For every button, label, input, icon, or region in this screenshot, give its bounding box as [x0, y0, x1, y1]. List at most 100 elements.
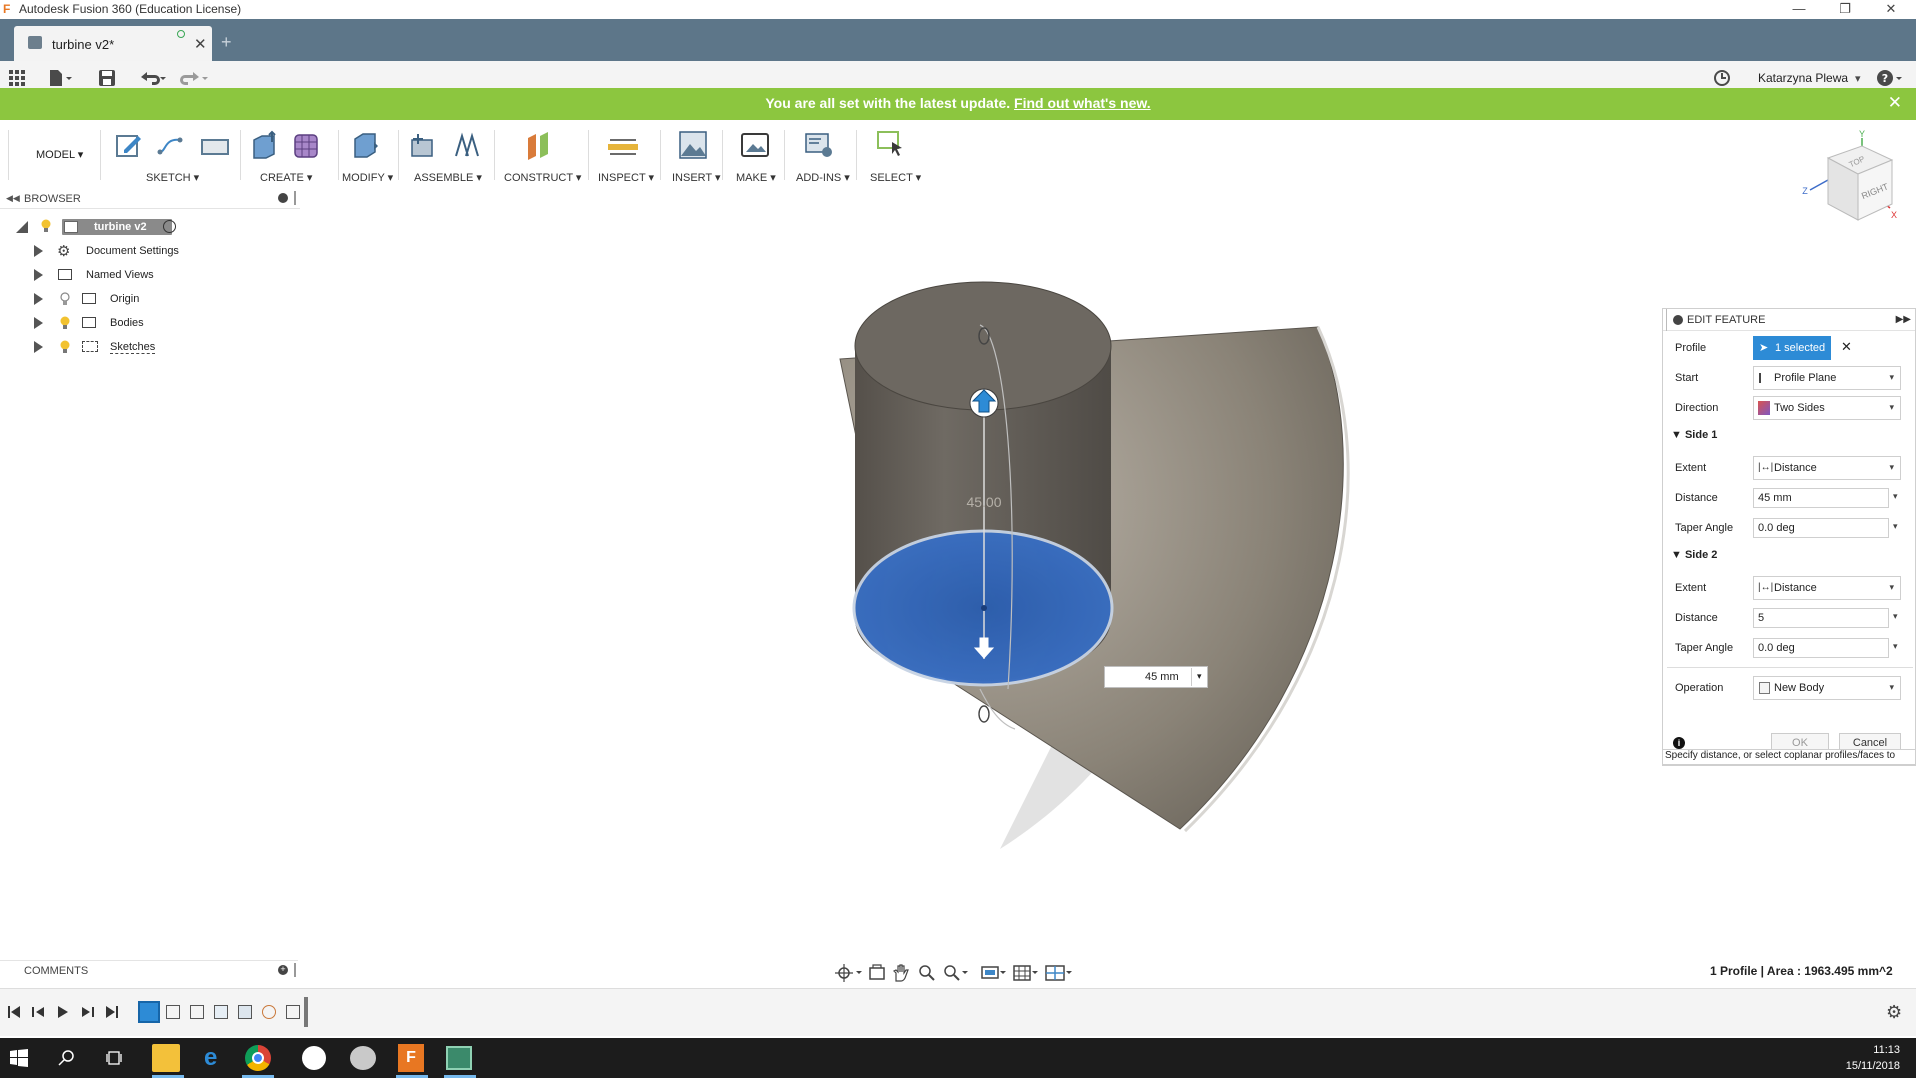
side1-taper-dropdown-icon[interactable]: ▾ — [1893, 521, 1898, 532]
minimize-icon[interactable]: — — [1776, 0, 1822, 19]
timeline-feature-icon[interactable] — [190, 1005, 204, 1019]
side1-taper-input[interactable]: 0.0 deg — [1753, 518, 1889, 538]
search-icon[interactable] — [58, 1049, 76, 1067]
undo-icon[interactable] — [138, 69, 168, 89]
create-sketch-icon[interactable] — [114, 130, 144, 160]
distance-input-box[interactable]: 45 mm ▾ — [1104, 666, 1208, 688]
add-comment-icon[interactable]: + — [278, 965, 288, 975]
design-viewport[interactable]: 45.00 45 mm ▾ — [300, 189, 1660, 969]
side1-extent-select[interactable]: |↔| Distance ▾ — [1753, 456, 1901, 480]
select-icon[interactable] — [876, 130, 906, 160]
save-icon[interactable] — [98, 69, 116, 89]
info-icon[interactable]: i — [1673, 737, 1685, 749]
distance-dropdown-icon[interactable]: ▾ — [1197, 671, 1202, 682]
comments-pin-icon[interactable] — [294, 963, 296, 977]
orbit-icon[interactable] — [835, 964, 862, 982]
panel-grip[interactable] — [1663, 309, 1667, 331]
side2-distance-input[interactable]: 5 — [1753, 608, 1889, 628]
visibility-bulb-icon[interactable] — [41, 219, 51, 233]
insert-menu[interactable]: INSERT ▾ — [672, 171, 721, 184]
user-menu-chevron-icon[interactable]: ▾ — [1855, 69, 1861, 89]
browser-item-bodies[interactable]: Bodies — [0, 312, 300, 334]
visibility-bulb-icon[interactable] — [60, 340, 70, 357]
select-menu[interactable]: SELECT ▾ — [870, 171, 921, 184]
timeline-feature-icon[interactable] — [214, 1005, 228, 1019]
expand-arrow-icon[interactable] — [34, 341, 43, 353]
expand-panel-icon[interactable]: ▶▶ — [1896, 309, 1911, 331]
activate-component-radio-icon[interactable] — [163, 220, 176, 233]
expand-arrow-icon[interactable] — [34, 317, 43, 329]
side2-section[interactable]: ▼ Side 2 — [1671, 549, 1717, 561]
extrude-icon[interactable] — [250, 130, 280, 160]
go-to-end-icon[interactable] — [106, 1006, 118, 1018]
start-select[interactable]: Profile Plane ▾ — [1753, 366, 1901, 390]
look-at-icon[interactable] — [869, 964, 885, 980]
press-pull-icon[interactable] — [350, 130, 380, 160]
job-status-clock-icon[interactable] — [1713, 69, 1731, 89]
workspace-switcher[interactable]: MODEL ▾ — [36, 148, 83, 161]
browser-item-document-settings[interactable]: ⚙ Document Settings — [0, 240, 300, 262]
file-menu-icon[interactable] — [48, 69, 74, 89]
new-tab-icon[interactable]: + — [221, 32, 232, 53]
go-to-start-icon[interactable] — [8, 1006, 20, 1018]
construct-menu[interactable]: CONSTRUCT ▾ — [504, 171, 581, 184]
task-view-icon[interactable] — [106, 1049, 124, 1067]
create-menu[interactable]: CREATE ▾ — [260, 171, 312, 184]
play-icon[interactable] — [58, 1006, 68, 1018]
whats-new-link[interactable]: Find out what's new. — [1014, 95, 1151, 111]
insert-canvas-icon[interactable] — [678, 130, 708, 160]
profile-selection-button[interactable]: ➤ 1 selected — [1753, 336, 1831, 360]
make-menu[interactable]: MAKE ▾ — [736, 171, 776, 184]
slack-icon[interactable] — [302, 1046, 326, 1070]
step-back-icon[interactable] — [32, 1007, 44, 1017]
side2-taper-input[interactable]: 0.0 deg — [1753, 638, 1889, 658]
timeline-settings-gear-icon[interactable]: ⚙ — [1886, 1002, 1902, 1023]
zoom-icon[interactable] — [919, 965, 935, 981]
browser-item-origin[interactable]: Origin — [0, 288, 300, 310]
help-icon[interactable]: ? — [1876, 69, 1904, 89]
side1-section[interactable]: ▼ Side 1 — [1671, 429, 1717, 441]
timeline-revolve-icon[interactable] — [262, 1005, 276, 1019]
direction-select[interactable]: Two Sides ▾ — [1753, 396, 1901, 420]
side1-distance-input[interactable]: 45 mm — [1753, 488, 1889, 508]
system-clock[interactable]: 11:13 15/11/2018 — [1846, 1042, 1900, 1074]
visibility-bulb-icon[interactable] — [60, 316, 70, 333]
step-forward-icon[interactable] — [82, 1007, 94, 1017]
document-tab[interactable]: turbine v2* ✕ — [14, 26, 212, 61]
close-window-icon[interactable]: ✕ — [1868, 0, 1914, 19]
model-canvas[interactable]: 45.00 — [300, 189, 1660, 969]
sketch-menu[interactable]: SKETCH ▾ — [146, 171, 199, 184]
new-component-icon[interactable] — [408, 130, 438, 160]
browser-item-sketches[interactable]: Sketches — [0, 336, 300, 358]
restore-icon[interactable]: ❐ — [1822, 0, 1868, 19]
pan-hand-icon[interactable] — [892, 964, 909, 982]
stop-sketch-icon[interactable] — [200, 130, 230, 160]
viewcube[interactable]: TOP RIGHT Y Z X — [1780, 128, 1900, 228]
modify-menu[interactable]: MODIFY ▾ — [342, 171, 393, 184]
expand-arrow-icon[interactable] — [34, 245, 43, 257]
side1-distance-dropdown-icon[interactable]: ▾ — [1893, 491, 1898, 502]
data-panel-grid-icon[interactable] — [8, 69, 26, 89]
scripts-addins-icon[interactable] — [804, 130, 834, 160]
inspect-menu[interactable]: INSPECT ▾ — [598, 171, 654, 184]
close-tab-icon[interactable]: ✕ — [194, 35, 207, 53]
timeline-marker[interactable] — [304, 997, 308, 1027]
timeline-feature-icon[interactable] — [238, 1005, 252, 1019]
visibility-bulb-off-icon[interactable] — [60, 292, 70, 309]
expand-arrow-icon[interactable] — [34, 293, 43, 305]
addins-menu[interactable]: ADD-INS ▾ — [796, 171, 850, 184]
grid-snaps-icon[interactable] — [1013, 965, 1038, 981]
photos-app-icon[interactable] — [446, 1046, 472, 1070]
timeline-feature-icon[interactable] — [166, 1005, 180, 1019]
side2-taper-dropdown-icon[interactable]: ▾ — [1893, 641, 1898, 652]
operation-select[interactable]: New Body ▾ — [1753, 676, 1901, 700]
user-account-menu[interactable]: Katarzyna Plewa — [1758, 71, 1848, 85]
side2-extent-select[interactable]: |↔| Distance ▾ — [1753, 576, 1901, 600]
browser-pin-icon[interactable] — [294, 191, 296, 205]
extrude-up-arrow[interactable] — [969, 388, 999, 418]
timeline-feature-icon[interactable] — [286, 1005, 300, 1019]
windows-start-icon[interactable] — [10, 1049, 28, 1067]
fit-icon[interactable] — [944, 965, 968, 981]
3d-print-icon[interactable] — [740, 130, 770, 160]
file-explorer-icon[interactable] — [152, 1044, 180, 1072]
